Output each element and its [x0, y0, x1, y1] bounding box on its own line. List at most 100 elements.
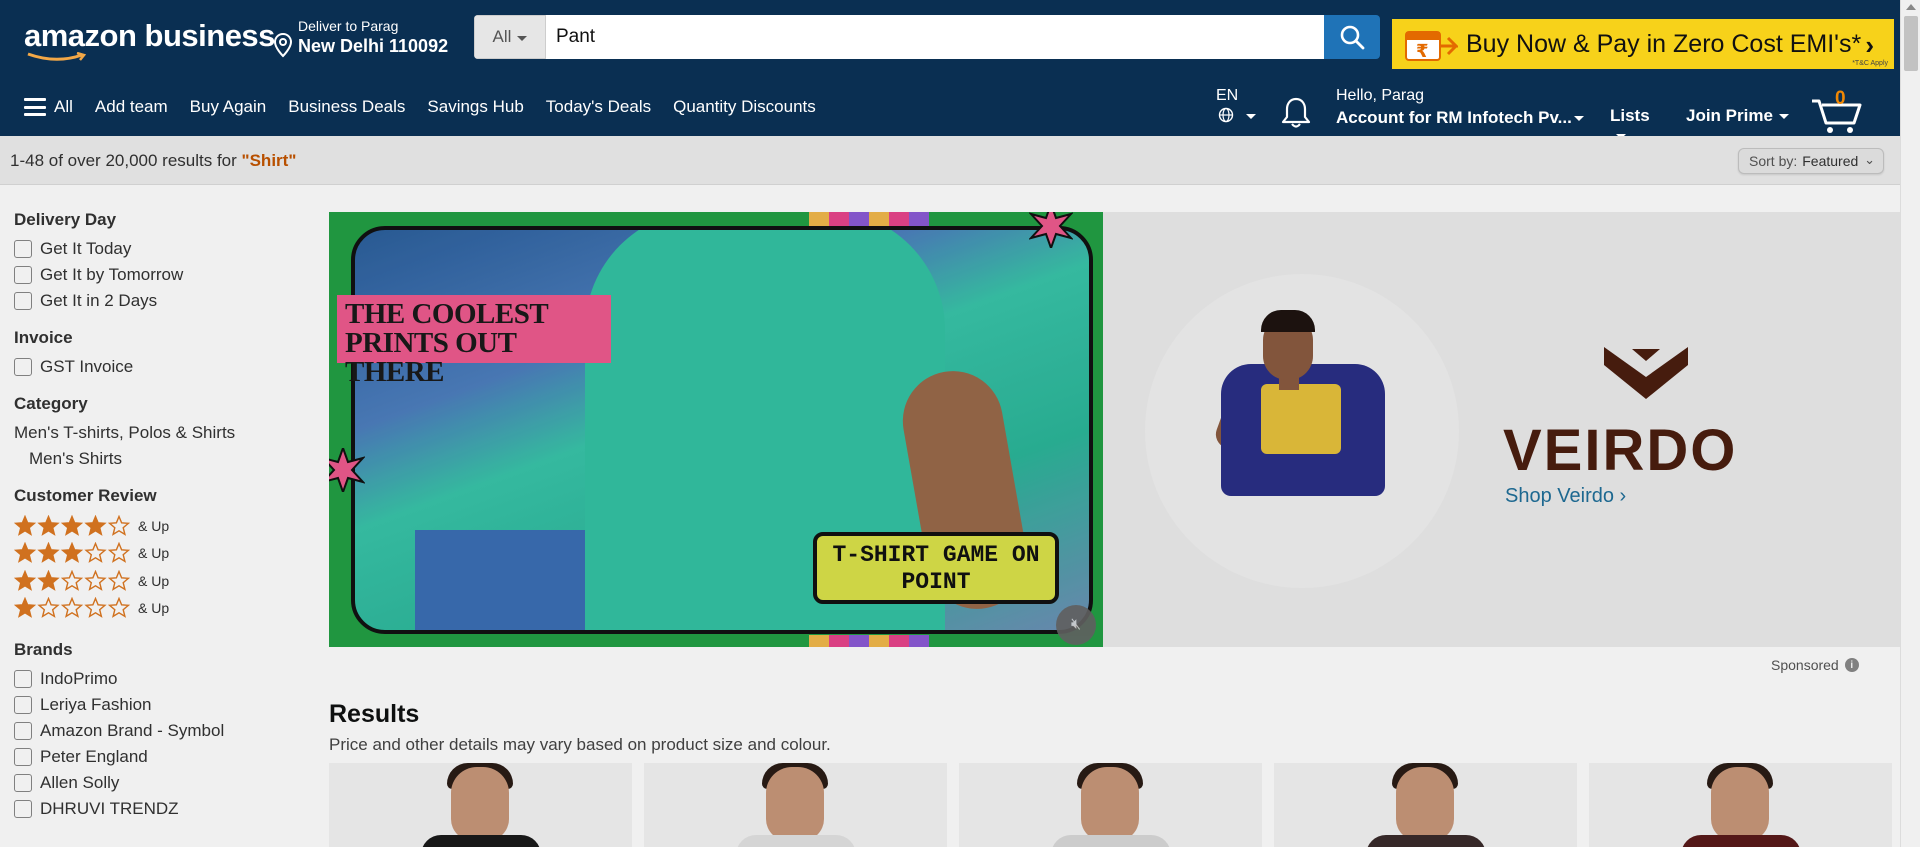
search-category-dropdown[interactable]: All [474, 15, 546, 59]
checkbox[interactable] [14, 696, 32, 714]
star-rating-icon [14, 597, 131, 619]
checkbox[interactable] [14, 670, 32, 688]
star-filled-icon [60, 514, 84, 536]
search-input[interactable] [546, 15, 1324, 59]
checkbox[interactable] [14, 748, 32, 766]
amazon-business-logo[interactable]: amazon business [24, 18, 275, 61]
filter-brand-leriya[interactable]: Leriya Fashion [14, 692, 304, 718]
page-scrollbar[interactable] [1900, 0, 1920, 847]
checkbox[interactable] [14, 266, 32, 284]
shop-brand-link[interactable]: Shop Veirdo › [1505, 485, 1626, 508]
checkbox[interactable] [14, 722, 32, 740]
checkbox[interactable] [14, 358, 32, 376]
sponsored-brand-panel[interactable]: VEIRDO Shop Veirdo › [1103, 212, 1900, 647]
sponsored-label[interactable]: Sponsored i [1771, 657, 1859, 673]
category-link-child[interactable]: Men's Shirts [14, 446, 304, 472]
product-image [1711, 767, 1769, 841]
checkbox[interactable] [14, 292, 32, 310]
product-image [736, 835, 856, 847]
product-card[interactable] [329, 763, 632, 847]
checkbox[interactable] [14, 240, 32, 258]
rating-filter-2-stars[interactable]: & Up [14, 567, 304, 595]
checkbox[interactable] [14, 774, 32, 792]
filter-gst-invoice[interactable]: GST Invoice [14, 354, 304, 380]
product-image [1051, 835, 1171, 847]
scroll-up-arrow-icon[interactable] [1906, 4, 1916, 10]
sort-dropdown[interactable]: Sort by: Featured ⌄ [1738, 148, 1884, 174]
sort-value: Featured [1802, 153, 1859, 169]
model-hair [1261, 310, 1315, 332]
burst-icon [1029, 212, 1073, 248]
results-heading: Results [329, 700, 420, 728]
nav-business-deals[interactable]: Business Deals [288, 97, 405, 117]
chevron-down-icon: ⌄ [1864, 152, 1875, 167]
product-card[interactable] [644, 763, 947, 847]
filter-label: Amazon Brand - Symbol [40, 721, 225, 740]
product-card[interactable] [959, 763, 1262, 847]
nav-savings-hub[interactable]: Savings Hub [427, 97, 523, 117]
delivery-day-heading: Delivery Day [14, 210, 117, 229]
language-code: EN [1216, 87, 1239, 104]
product-image [766, 767, 824, 841]
video-color-strip [809, 212, 929, 226]
nav-all[interactable]: All [54, 97, 73, 117]
filter-label: DHRUVI TRENDZ [40, 799, 179, 818]
product-card[interactable] [1589, 763, 1892, 847]
rating-filter-1-stars[interactable]: & Up [14, 595, 304, 623]
caret-down-icon [517, 35, 528, 41]
filter-brand-peter-england[interactable]: Peter England [14, 744, 304, 770]
rating-filter-3-stars[interactable]: & Up [14, 540, 304, 568]
caret-down-icon [1246, 114, 1256, 119]
category-heading: Category [14, 394, 88, 413]
rating-filter-4-stars[interactable]: & Up [14, 512, 304, 540]
filter-get-it-2-days[interactable]: Get It in 2 Days [14, 288, 304, 314]
star-filled-icon [14, 514, 37, 536]
promo-text: Buy Now & Pay in Zero Cost EMI's* [1466, 29, 1862, 58]
caret-down-icon [1574, 116, 1584, 121]
nav-add-team[interactable]: Add team [95, 97, 168, 117]
emi-promo-banner[interactable]: ₹ Buy Now & Pay in Zero Cost EMI's* › *T… [1392, 19, 1894, 69]
brand-product-image[interactable] [1145, 274, 1459, 588]
product-card[interactable] [1274, 763, 1577, 847]
veirdo-logo-icon [1604, 347, 1688, 399]
location-pin-icon [273, 32, 293, 58]
nav-quantity-discounts[interactable]: Quantity Discounts [673, 97, 816, 117]
globe-icon [1218, 107, 1234, 123]
notification-bell-icon[interactable] [1280, 95, 1312, 129]
video-tagline: THE COOLEST PRINTS OUT THERE [337, 295, 611, 387]
scrollbar-thumb[interactable] [1904, 16, 1918, 71]
filter-brand-symbol[interactable]: Amazon Brand - Symbol [14, 718, 304, 744]
account-menu[interactable]: Hello, Parag Account for RM Infotech Pv.… [1336, 87, 1584, 128]
deliver-location: New Delhi 110092 [298, 36, 449, 56]
join-prime-menu[interactable]: Join Prime [1686, 106, 1789, 126]
product-grid [329, 763, 1892, 847]
category-link-parent[interactable]: Men's T-shirts, Polos & Shirts [14, 420, 304, 446]
search-button[interactable] [1324, 15, 1380, 59]
hamburger-menu-icon[interactable] [24, 98, 46, 116]
promo-terms: *T&C Apply [1852, 60, 1888, 67]
filter-brand-allen-solly[interactable]: Allen Solly [14, 770, 304, 796]
star-empty-icon [107, 514, 131, 536]
filter-brand-indoprimo[interactable]: IndoPrimo [14, 666, 304, 692]
filter-get-it-today[interactable]: Get It Today [14, 236, 304, 262]
cart-button[interactable]: 0 [1810, 88, 1864, 135]
sponsored-video-ad[interactable]: THE COOLEST PRINTS OUT THERE T-SHIRT GAM… [329, 212, 1103, 647]
nav-bar: All Add team Buy Again Business Deals Sa… [0, 77, 1900, 140]
filter-get-it-tomorrow[interactable]: Get It by Tomorrow [14, 262, 304, 288]
star-filled-icon [84, 514, 107, 536]
video-color-strip [809, 635, 929, 647]
star-filled-icon [37, 514, 60, 536]
nav-todays-deals[interactable]: Today's Deals [546, 97, 651, 117]
prime-label: Join Prime [1686, 106, 1773, 125]
nav-buy-again[interactable]: Buy Again [190, 97, 267, 117]
filter-brand-dhruvi-trendz[interactable]: DHRUVI TRENDZ [14, 796, 304, 822]
rating-up-label: & Up [138, 572, 170, 589]
mute-button[interactable]: 🔇︎ [1056, 605, 1096, 645]
language-selector[interactable]: EN [1216, 87, 1256, 123]
deliver-to-location[interactable]: Deliver to Parag New Delhi 110092 [272, 18, 448, 58]
search-icon [1340, 25, 1365, 50]
checkbox[interactable] [14, 800, 32, 818]
star-filled-icon [14, 542, 37, 564]
rupee-calendar-icon: ₹ [1405, 31, 1458, 62]
info-icon[interactable]: i [1844, 658, 1859, 672]
